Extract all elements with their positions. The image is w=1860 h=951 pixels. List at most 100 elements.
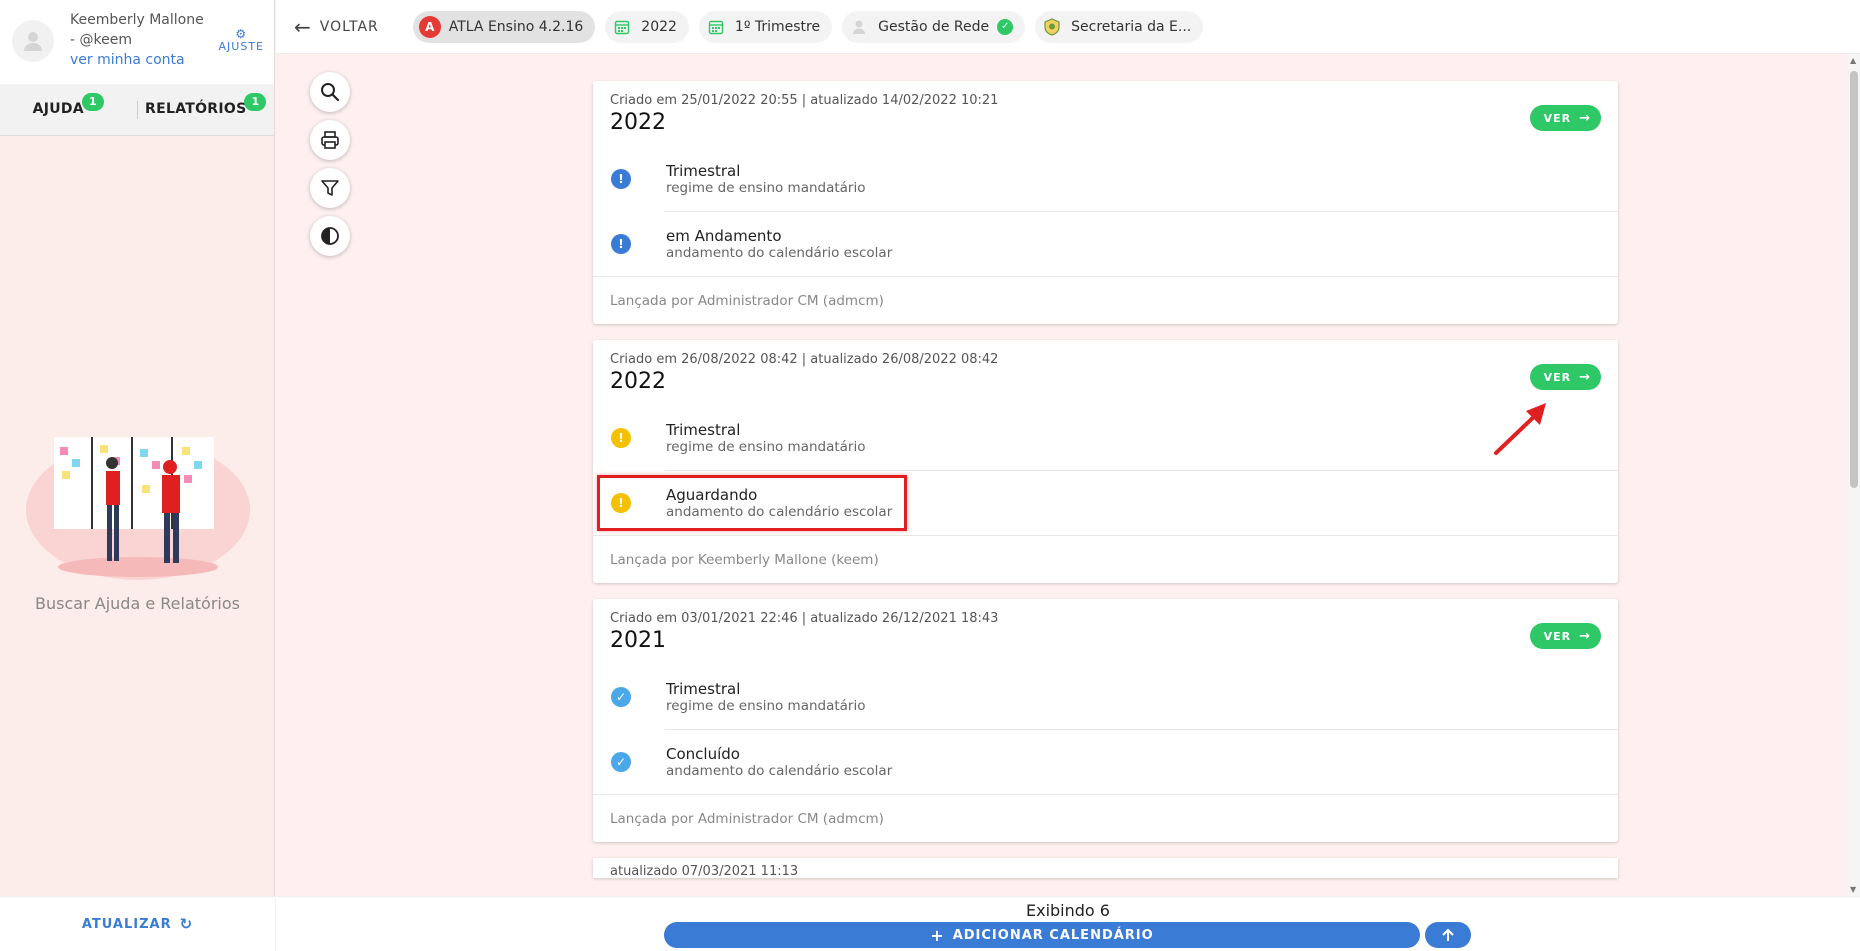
avatar[interactable] bbox=[12, 20, 54, 62]
arrow-right-icon: → bbox=[1579, 110, 1591, 126]
filter-button[interactable] bbox=[310, 168, 350, 208]
badge: 1 bbox=[81, 92, 104, 111]
add-calendar-button[interactable]: + ADICIONAR CALENDÁRIO bbox=[664, 922, 1420, 948]
item-title: Trimestral bbox=[666, 162, 741, 180]
tab-label: AJUDA bbox=[32, 100, 84, 117]
sidebar: Keemberly Mallone - @keem ver minha cont… bbox=[0, 0, 275, 951]
list-item: ✓ Concluído andamento do calendário escol… bbox=[593, 730, 1618, 794]
chip-profile[interactable]: Gestão de Rede ✓ bbox=[842, 10, 1026, 43]
sidebar-caption: Buscar Ajuda e Relatórios bbox=[35, 594, 240, 613]
ver-label: VER bbox=[1543, 111, 1572, 125]
tab-relatorios[interactable]: RELATÓRIOS 1 bbox=[136, 92, 275, 119]
search-icon bbox=[321, 83, 340, 102]
contrast-button[interactable] bbox=[310, 216, 350, 256]
card-footer: Lançada por Keemberly Mallone (keem) bbox=[593, 535, 1618, 583]
ver-button[interactable]: VER → bbox=[1529, 623, 1601, 649]
badge: 1 bbox=[244, 92, 267, 111]
chip-label: ATLA Ensino 4.2.16 bbox=[448, 18, 584, 35]
item-title: Trimestral bbox=[666, 421, 741, 439]
user-name: Keemberly Mallone bbox=[70, 12, 204, 28]
chip-label: 2022 bbox=[641, 18, 677, 35]
refresh-button[interactable]: ATUALIZAR ↻ bbox=[0, 896, 275, 951]
info-icon: ! bbox=[611, 169, 631, 189]
user-icon bbox=[848, 16, 870, 38]
arrow-up-icon bbox=[1442, 928, 1454, 941]
card-meta: Criado em 03/01/2021 22:46 | atualizado … bbox=[610, 611, 999, 626]
warning-icon: ! bbox=[611, 428, 631, 448]
scroll-down-icon[interactable]: ▼ bbox=[1850, 885, 1856, 894]
scrollbar-thumb[interactable] bbox=[1850, 71, 1858, 488]
ver-button[interactable]: VER → bbox=[1529, 105, 1601, 131]
chip-label: Gestão de Rede bbox=[878, 18, 990, 35]
refresh-icon: ↻ bbox=[179, 915, 194, 933]
info-icon: ! bbox=[611, 234, 631, 254]
calendar-icon bbox=[705, 16, 727, 38]
arrow-right-icon: → bbox=[1579, 369, 1591, 385]
settings-button[interactable]: ⚙ AJUSTE bbox=[219, 28, 264, 53]
tab-ajuda[interactable]: AJUDA 1 bbox=[0, 92, 137, 119]
user-info: Keemberly Mallone - @keem ver minha cont… bbox=[70, 10, 204, 70]
list-item: ✓ Trimestral regime de ensino mandatário bbox=[593, 665, 1618, 729]
item-subtitle: andamento do calendário escolar bbox=[666, 245, 893, 261]
atla-logo-icon: A bbox=[418, 15, 441, 38]
chip-label: Secretaria da E... bbox=[1071, 18, 1192, 35]
card-meta: Criado em 25/01/2022 20:55 | atualizado … bbox=[610, 93, 999, 108]
list-item: ! Trimestral regime de ensino mandatário bbox=[593, 406, 1618, 470]
back-button[interactable]: ← VOLTAR bbox=[294, 15, 379, 39]
check-icon: ✓ bbox=[997, 18, 1014, 35]
printer-icon bbox=[321, 131, 339, 149]
annotation-arrow-icon bbox=[1494, 403, 1546, 455]
add-calendar-label: ADICIONAR CALENDÁRIO bbox=[952, 927, 1154, 943]
calendar-icon bbox=[611, 16, 633, 38]
user-icon bbox=[24, 32, 42, 51]
refresh-label: ATUALIZAR bbox=[81, 916, 172, 932]
scroll-top-button[interactable] bbox=[1425, 922, 1471, 948]
arrow-left-icon: ← bbox=[294, 14, 312, 39]
settings-label: AJUSTE bbox=[218, 40, 264, 53]
arrow-right-icon: → bbox=[1579, 628, 1591, 644]
check-circle-icon: ✓ bbox=[611, 687, 631, 707]
card-year: 2022 bbox=[610, 369, 666, 394]
chip-label: 1º Trimestre bbox=[734, 18, 821, 35]
chip-app-version[interactable]: A ATLA Ensino 4.2.16 bbox=[412, 10, 596, 43]
calendar-card: Criado em 26/08/2022 08:42 | atualizado … bbox=[593, 340, 1618, 583]
list-item: ! em Andamento andamento do calendário es… bbox=[593, 212, 1618, 276]
card-meta: Criado em 26/08/2022 08:42 | atualizado … bbox=[610, 352, 999, 367]
tab-label: RELATÓRIOS bbox=[145, 100, 247, 117]
gear-icon: ⚙ bbox=[235, 27, 248, 41]
ver-label: VER bbox=[1543, 629, 1572, 643]
user-handle: - @keem bbox=[70, 32, 132, 48]
card-footer: Lançada por Administrador CM (admcm) bbox=[593, 794, 1618, 842]
card-year: 2022 bbox=[610, 110, 666, 135]
item-title: em Andamento bbox=[666, 227, 782, 245]
card-footer: Lançada por Administrador CM (admcm) bbox=[593, 276, 1618, 324]
chip-year[interactable]: 2022 bbox=[605, 10, 689, 43]
user-box: Keemberly Mallone - @keem ver minha cont… bbox=[0, 0, 274, 84]
item-subtitle: andamento do calendário escolar bbox=[666, 763, 893, 779]
scroll-up-icon[interactable]: ▲ bbox=[1850, 56, 1856, 65]
ver-label: VER bbox=[1543, 370, 1572, 384]
ver-button[interactable]: VER → bbox=[1529, 364, 1601, 390]
filter-icon bbox=[321, 180, 339, 196]
plus-icon: + bbox=[930, 925, 945, 945]
account-link[interactable]: ver minha conta bbox=[70, 50, 204, 70]
item-title: Concluído bbox=[666, 745, 740, 763]
annotation-highlight-box bbox=[597, 475, 907, 531]
chip-institution[interactable]: Secretaria da E... bbox=[1035, 10, 1204, 43]
sidebar-tabs: AJUDA 1 RELATÓRIOS 1 bbox=[0, 84, 274, 136]
result-count: Exibindo 6 bbox=[1026, 901, 1110, 920]
item-subtitle: regime de ensino mandatário bbox=[666, 180, 866, 196]
scrollbar[interactable]: ▲ ▼ bbox=[1848, 54, 1860, 896]
bottombar: Exibindo 6 + ADICIONAR CALENDÁRIO bbox=[276, 896, 1860, 951]
contrast-icon bbox=[321, 227, 339, 245]
item-title: Trimestral bbox=[666, 680, 741, 698]
card-year: 2021 bbox=[610, 628, 666, 653]
search-button[interactable] bbox=[310, 72, 350, 112]
item-subtitle: regime de ensino mandatário bbox=[666, 698, 866, 714]
list-item: ! Aguardando andamento do calendário esco… bbox=[593, 471, 1618, 535]
chip-period[interactable]: 1º Trimestre bbox=[698, 10, 833, 43]
floating-tools bbox=[310, 72, 350, 264]
help-illustration bbox=[26, 437, 250, 580]
list-item: ! Trimestral regime de ensino mandatário bbox=[593, 147, 1618, 211]
print-button[interactable] bbox=[310, 120, 350, 160]
